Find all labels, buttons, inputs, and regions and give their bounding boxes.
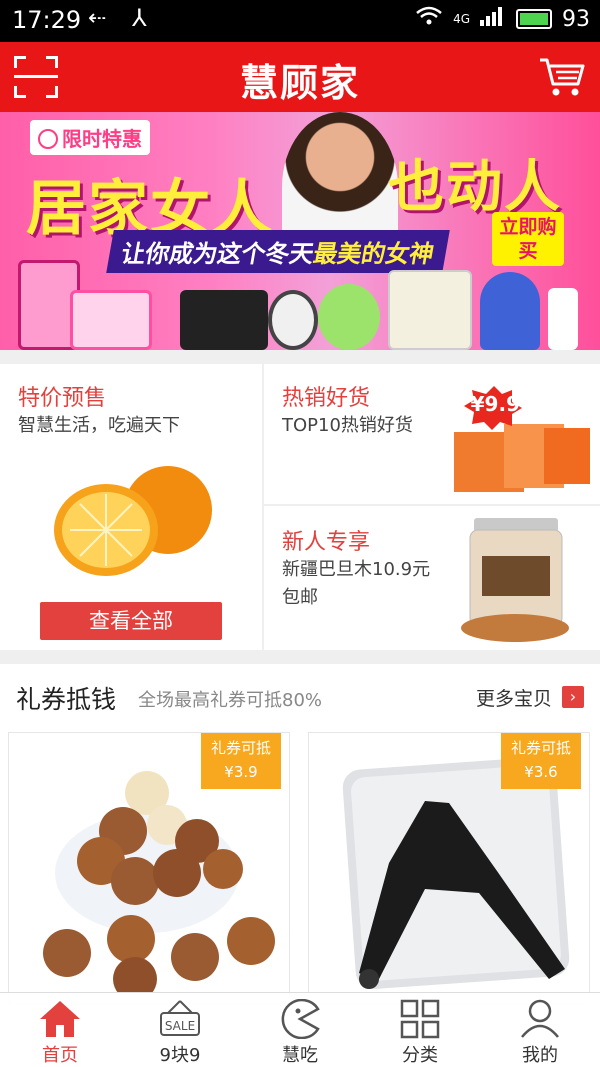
price-burst: ¥9.9: [470, 392, 520, 416]
presale-title: 特价预售: [18, 386, 107, 411]
status-time: 17:29: [12, 6, 82, 34]
cart-icon[interactable]: [538, 56, 586, 98]
bottom-tab-bar: 首页 SALE 9块9 慧吃 分类 我的: [0, 992, 600, 1067]
egg-image: [318, 284, 380, 350]
presale-card[interactable]: 特价预售 智慧生活，吃遍天下 查看全部: [0, 364, 262, 650]
almond-jar-image: [461, 518, 569, 642]
tab-home-label: 首页: [42, 1045, 78, 1066]
coupon-product-grid: 礼券可抵 ¥3.9 礼券可抵 ¥3.6: [0, 726, 600, 1006]
signal-icon: [480, 6, 506, 32]
grid-icon: [400, 999, 440, 1039]
more-items-link[interactable]: 更多宝贝: [476, 684, 552, 711]
home-icon: [40, 1001, 80, 1037]
coupon-tag: 礼券可抵 ¥3.6: [501, 733, 581, 789]
app-header: 慧顾家: [0, 42, 600, 112]
promo-banner[interactable]: 限时特惠 居家女人 也动人 让你成为这个冬天最美的女神 立即购买: [0, 112, 600, 350]
network-type: 4G: [453, 12, 470, 26]
tab-category[interactable]: 分类: [360, 993, 480, 1067]
orange-image: [54, 466, 212, 576]
tube-image: [548, 288, 578, 350]
kitty-suitcase-image: [70, 290, 152, 350]
coupon-tag: 礼券可抵 ¥3.9: [201, 733, 281, 789]
hot-goods-desc: TOP10热销好货: [282, 415, 413, 436]
humidifier-image: [480, 272, 540, 350]
svg-text:SALE: SALE: [165, 1019, 195, 1033]
tab-huichi[interactable]: 慧吃: [240, 993, 360, 1067]
pads-image: [180, 290, 268, 350]
tab-mine[interactable]: 我的: [480, 993, 600, 1067]
usb-icon: ⇠: [88, 6, 107, 31]
coupon-section-header: 礼券抵钱 全场最高礼券可抵80% 更多宝贝 ›: [0, 664, 600, 726]
clock-icon: [38, 129, 58, 149]
hot-goods-card[interactable]: 热销好货 TOP10热销好货 ¥9.9: [264, 364, 600, 506]
sale-icon: SALE: [160, 1000, 200, 1036]
newcomer-title: 新人专享: [282, 530, 371, 555]
bamboo-jar-image: [388, 270, 472, 350]
product-card[interactable]: 礼券可抵 ¥3.9: [8, 732, 290, 1004]
tab-huichi-label: 慧吃: [282, 1045, 318, 1066]
coupon-subtitle: 全场最高礼券可抵80%: [138, 690, 323, 711]
limited-offer-badge: 限时特惠: [30, 120, 150, 155]
hot-goods-title: 热销好货: [282, 386, 371, 411]
pacman-icon: [281, 999, 320, 1039]
user-icon: [521, 999, 559, 1038]
chevron-right-icon[interactable]: ›: [562, 686, 584, 708]
newcomer-desc: 新疆巴旦木10.9元包邮: [282, 559, 431, 608]
tab-9kuai9-label: 9块9: [159, 1045, 201, 1066]
promo-section: 特价预售 智慧生活，吃遍天下 查看全部 热销好货 TOP10热销好货 ¥9.9 …: [0, 364, 600, 650]
macadamia-image: [43, 771, 275, 993]
coupon-title: 礼券抵钱: [16, 685, 117, 714]
banner-headline-right: 也动人: [388, 155, 562, 220]
presale-desc: 智慧生活，吃遍天下: [18, 415, 180, 436]
tab-mine-label: 我的: [522, 1045, 558, 1066]
status-bar: 17:29 ⇠ ⅄ 4G 93: [0, 0, 600, 42]
banner-subline: 让你成为这个冬天最美的女神: [106, 230, 450, 273]
share-icon: ⅄: [132, 4, 147, 32]
clock-image: [268, 290, 318, 350]
battery-level: 93: [562, 6, 590, 32]
app-title: 慧顾家: [239, 61, 360, 105]
see-all-button[interactable]: 查看全部: [40, 602, 222, 640]
battery-icon: [516, 9, 552, 29]
newcomer-card[interactable]: 新人专享 新疆巴旦木10.9元包邮: [264, 508, 600, 650]
tab-home[interactable]: 首页: [0, 993, 120, 1067]
product-card[interactable]: 礼券可抵 ¥3.6: [308, 732, 590, 1004]
status-right: 4G 93: [415, 6, 590, 32]
tab-category-label: 分类: [402, 1045, 438, 1066]
banner-buy-button[interactable]: 立即购买: [492, 212, 564, 266]
tab-9kuai9[interactable]: SALE 9块9: [120, 993, 240, 1067]
wifi-icon: [415, 6, 443, 32]
